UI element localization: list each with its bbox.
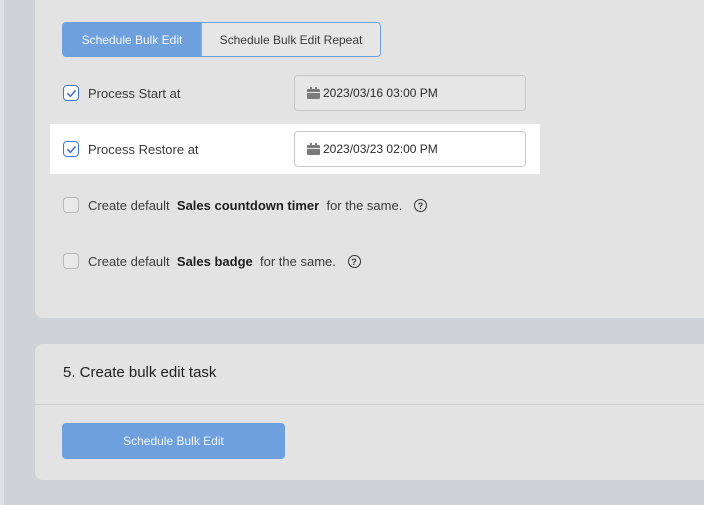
process-restore-checkbox[interactable]	[63, 141, 79, 157]
calendar-icon	[307, 143, 320, 155]
left-edge	[0, 0, 4, 505]
process-restore-datetime-input[interactable]: 2023/03/23 02:00 PM	[294, 131, 526, 167]
checkmark-icon	[66, 89, 76, 97]
process-restore-date-value: 2023/03/23 02:00 PM	[323, 142, 438, 156]
sales-badge-checkbox[interactable]	[63, 253, 79, 269]
process-start-checkbox[interactable]	[63, 85, 79, 101]
calendar-icon	[307, 87, 320, 99]
tab-schedule-bulk-edit[interactable]: Schedule Bulk Edit	[63, 23, 201, 56]
tab-schedule-bulk-edit-repeat[interactable]: Schedule Bulk Edit Repeat	[201, 23, 380, 56]
process-restore-label: Process Restore at	[88, 141, 199, 157]
sales-badge-label: Create default Sales badge for the same.…	[88, 254, 361, 269]
process-start-row: Process Start at 2023/03/16 03:00 PM	[50, 74, 540, 112]
schedule-mode-toggle: Schedule Bulk Edit Schedule Bulk Edit Re…	[62, 22, 381, 57]
schedule-bulk-edit-button[interactable]: Schedule Bulk Edit	[62, 423, 285, 459]
badge-bold: Sales badge	[176, 253, 253, 269]
process-restore-row: Process Restore at 2023/03/23 02:00 PM	[50, 124, 540, 174]
countdown-prefix: Create default	[88, 197, 170, 213]
section-divider	[35, 404, 704, 405]
badge-suffix: for the same.	[260, 253, 336, 269]
countdown-bold: Sales countdown timer	[176, 197, 320, 213]
process-start-date-value: 2023/03/16 03:00 PM	[323, 86, 438, 100]
process-start-label: Process Start at	[88, 85, 181, 101]
countdown-timer-label: Create default Sales countdown timer for…	[88, 198, 427, 213]
process-start-datetime-input[interactable]: 2023/03/16 03:00 PM	[294, 75, 526, 111]
help-circle-icon[interactable]: ?	[413, 199, 427, 212]
countdown-suffix: for the same.	[326, 197, 403, 213]
section-title: 5. Create bulk edit task	[63, 364, 217, 381]
help-circle-icon[interactable]: ?	[347, 255, 361, 268]
countdown-timer-row: Create default Sales countdown timer for…	[50, 195, 540, 215]
checkmark-icon	[66, 145, 76, 153]
sales-badge-row: Create default Sales badge for the same.…	[50, 251, 540, 271]
countdown-timer-checkbox[interactable]	[63, 197, 79, 213]
badge-prefix: Create default	[88, 253, 170, 269]
